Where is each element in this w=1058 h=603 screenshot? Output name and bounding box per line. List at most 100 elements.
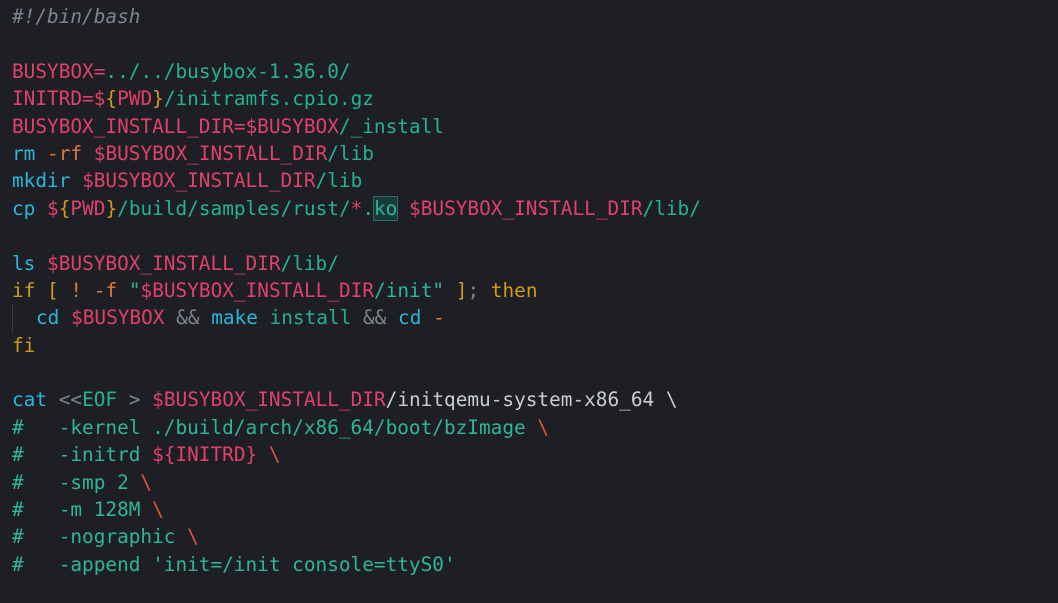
code-token: ! <box>70 278 83 302</box>
code-token: /_install <box>338 114 444 138</box>
code-token: cd <box>398 306 422 330</box>
code-token: BUSYBOX <box>12 59 94 83</box>
code-token: # -append 'init=/init console=ttyS0' <box>12 552 456 576</box>
code-token: . <box>362 196 374 220</box>
code-token: # -kernel ./build/arch/x86_64/boot/bzIma… <box>12 415 538 439</box>
code-line[interactable]: ls $BUSYBOX_INSTALL_DIR/lib/ <box>12 250 1058 277</box>
code-token: ; <box>467 278 480 302</box>
code-token: /lib/ <box>642 196 701 220</box>
code-token: \ <box>140 470 153 494</box>
code-token: $BUSYBOX_INSTALL_DIR <box>140 278 375 302</box>
code-line[interactable]: rm -rf $BUSYBOX_INSTALL_DIR/lib <box>12 140 1058 167</box>
code-line[interactable]: # -smp 2 \ <box>12 469 1058 496</box>
code-token: /initqemu-system-x86_64 \ <box>385 388 678 412</box>
code-token: ${INITRD} <box>152 443 258 467</box>
code-token: ls <box>12 251 36 275</box>
code-token: $ <box>93 87 106 111</box>
code-token: /lib <box>327 141 374 165</box>
code-token: && <box>363 306 387 330</box>
code-token: $BUSYBOX_INSTALL_DIR <box>152 388 386 412</box>
code-token: \ <box>537 415 550 439</box>
code-line[interactable]: # -kernel ./build/arch/x86_64/boot/bzIma… <box>12 414 1058 441</box>
code-line[interactable]: cd $BUSYBOX && make install && cd - <box>12 304 1058 332</box>
code-token: [ <box>47 278 59 302</box>
code-token: && <box>176 306 200 330</box>
code-line[interactable]: if [ ! -f "$BUSYBOX_INSTALL_DIR/init" ];… <box>12 277 1058 304</box>
code-token: cp <box>12 196 36 220</box>
code-token: /lib <box>315 169 363 193</box>
code-token: PWD <box>70 196 106 220</box>
code-token: EOF <box>82 388 118 412</box>
code-line[interactable]: #!/bin/bash <box>12 3 1058 30</box>
code-token: $BUSYBOX <box>71 306 165 330</box>
code-token: } <box>152 87 164 111</box>
code-token: INITRD <box>12 87 83 111</box>
code-line[interactable] <box>12 222 1058 249</box>
code-token: fi <box>12 333 36 357</box>
code-token: install <box>269 306 352 330</box>
code-line[interactable]: # -m 128M \ <box>12 496 1058 523</box>
code-token: } <box>105 196 118 220</box>
code-token: ../../busybox-1.36.0/ <box>105 59 351 83</box>
code-line[interactable]: mkdir $BUSYBOX_INSTALL_DIR/lib <box>12 167 1058 194</box>
code-token: # -m 128M <box>12 498 153 522</box>
code-token: $BUSYBOX_INSTALL_DIR <box>47 251 281 275</box>
code-line[interactable]: # -initrd ${INITRD} \ <box>12 441 1058 468</box>
code-token: { <box>105 87 118 111</box>
code-token: $BUSYBOX_INSTALL_DIR <box>82 169 316 193</box>
code-token: - <box>433 306 445 330</box>
code-token: then <box>490 278 538 302</box>
code-line[interactable] <box>12 359 1058 386</box>
code-line[interactable]: INITRD=${PWD}/initramfs.cpio.gz <box>12 85 1058 112</box>
code-line[interactable] <box>12 30 1058 57</box>
code-token: " <box>128 278 141 302</box>
code-token: -f <box>93 278 118 302</box>
code-token: /initramfs.cpio.gz <box>163 87 374 111</box>
code-token: #!/bin/bash <box>12 5 141 28</box>
code-token: = <box>233 114 246 138</box>
code-line[interactable]: # -nographic \ <box>12 523 1058 550</box>
code-editor[interactable]: #!/bin/bash BUSYBOX=../../busybox-1.36.0/… <box>0 0 1058 603</box>
code-token: -rf <box>47 141 83 165</box>
code-token: ko <box>372 195 399 221</box>
code-token: { <box>58 196 71 220</box>
code-token: BUSYBOX_INSTALL_DIR <box>12 114 234 138</box>
code-line[interactable]: # -append 'init=/init console=ttyS0' <box>12 551 1058 578</box>
code-line[interactable]: cp ${PWD}/build/samples/rust/*.ko $BUSYB… <box>12 195 1058 222</box>
code-token: \ <box>268 443 281 467</box>
code-token: << <box>58 388 83 412</box>
code-token: * <box>350 196 363 220</box>
code-token: rm <box>12 141 36 165</box>
code-token: PWD <box>117 87 153 111</box>
code-line[interactable]: BUSYBOX_INSTALL_DIR=$BUSYBOX/_install <box>12 113 1058 140</box>
code-token: mkdir <box>12 169 71 193</box>
code-token: # -smp 2 <box>12 470 141 494</box>
code-token: $ <box>47 196 59 220</box>
code-token: make <box>211 306 258 330</box>
code-token: $BUSYBOX_INSTALL_DIR <box>93 141 328 165</box>
code-line[interactable]: cat <<EOF > $BUSYBOX_INSTALL_DIR/initqem… <box>12 386 1058 413</box>
code-token: $BUSYBOX_INSTALL_DIR <box>409 196 643 220</box>
code-line[interactable]: BUSYBOX=../../busybox-1.36.0/ <box>12 58 1058 85</box>
code-line[interactable]: fi <box>12 332 1058 359</box>
code-token: ] <box>455 278 468 302</box>
code-token: # -nographic <box>12 525 188 549</box>
indent-guide <box>12 304 36 332</box>
code-token: \ <box>187 525 199 549</box>
code-token: /init" <box>374 278 445 302</box>
